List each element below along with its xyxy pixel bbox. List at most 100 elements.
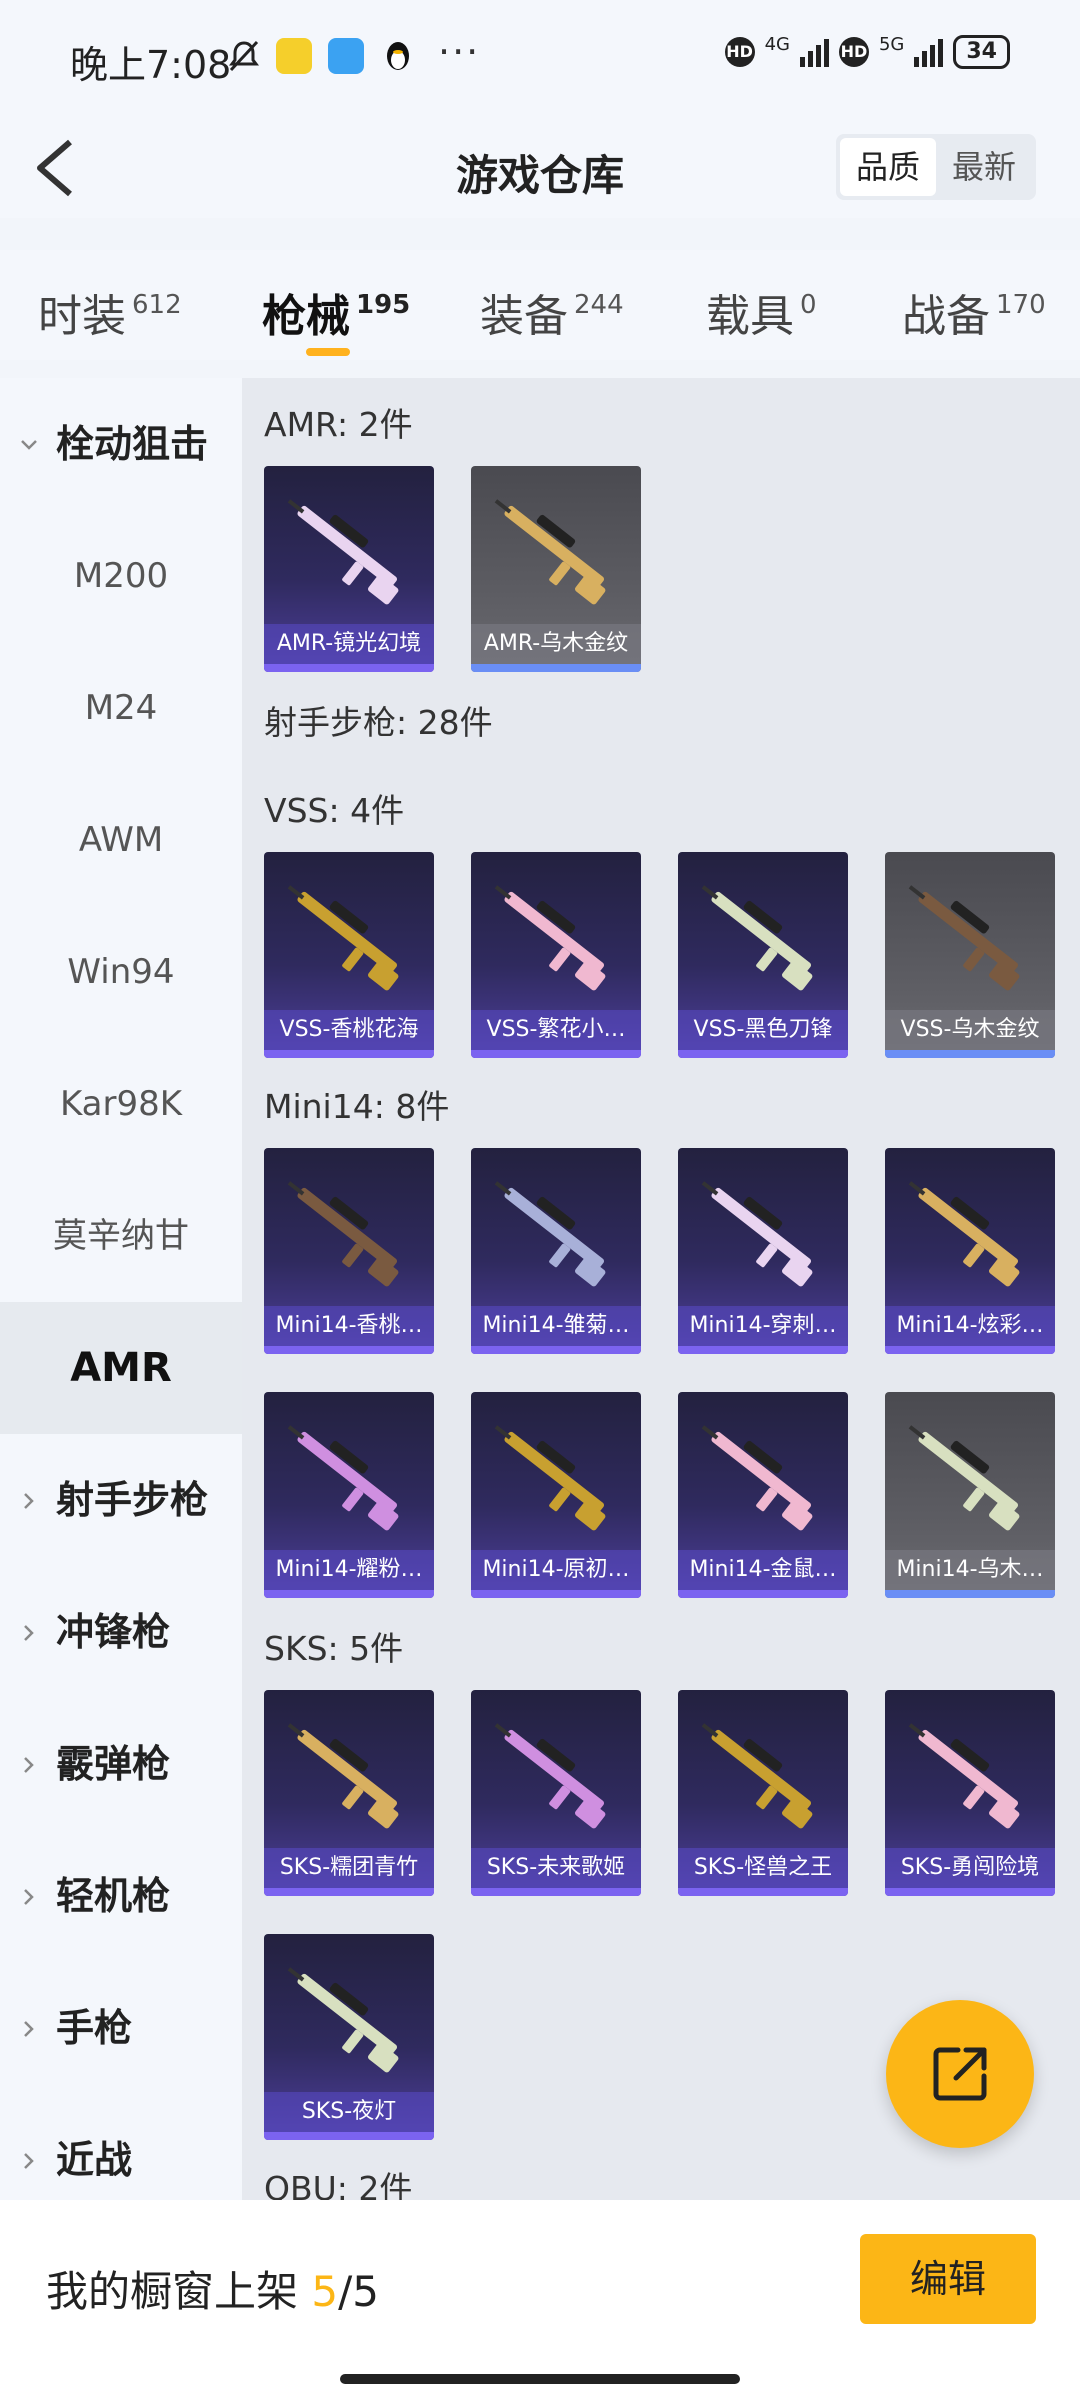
rarity-bar (264, 1050, 434, 1058)
chevron-right-icon (24, 1889, 34, 1905)
weapon-skin-card[interactable]: AMR-镜光幻境 (264, 466, 434, 672)
wallet-notification-icon (328, 38, 364, 74)
sidebar-group-label: 射手步枪 (56, 1478, 209, 1522)
weapon-skin-name: VSS-繁花小… (471, 1010, 641, 1050)
weapon-image-icon (494, 499, 606, 605)
rarity-bar (471, 1346, 641, 1354)
sidebar-item-m200[interactable]: M200 (0, 510, 242, 642)
tab-equipment[interactable]: 装备 244 (480, 280, 624, 344)
weapon-skin-card[interactable]: VSS-乌木金纹 (885, 852, 1055, 1058)
weapon-skin-card[interactable]: Mini14-穿刺… (678, 1148, 848, 1354)
weapon-skin-card[interactable]: SKS-未来歌姬 (471, 1690, 641, 1896)
showcase-count: 5 (311, 2267, 339, 2316)
category-tabs: 时装 612 枪械 195 装备 244 载具 0 战备 170 (0, 250, 1080, 360)
weapon-skin-card[interactable]: AMR-乌木金纹 (471, 466, 641, 672)
page-header: 游戏仓库 品质 最新 (0, 118, 1080, 218)
showcase-label: 我的橱窗上架 (46, 2267, 299, 2316)
chevron-right-icon (24, 2153, 34, 2169)
weapon-skin-card[interactable]: Mini14-香桃… (264, 1148, 434, 1354)
weapon-image-icon (287, 885, 399, 991)
section-label-sks: SKS: 5件 (264, 1629, 404, 1668)
rarity-bar (264, 2132, 434, 2140)
weapon-image-icon (494, 1425, 606, 1531)
sidebar-group-lmg[interactable]: 轻机枪 (0, 1830, 242, 1962)
weapon-skin-name: SKS-怪兽之王 (678, 1848, 848, 1888)
weapon-skin-name: Mini14-穿刺… (678, 1306, 848, 1346)
section-label-dmr: 射手步枪: 28件 (264, 703, 493, 742)
tab-count: 195 (356, 290, 411, 320)
section-label-amr: AMR: 2件 (264, 405, 413, 444)
tab-label: 战备 (902, 291, 990, 342)
rarity-bar (885, 1888, 1055, 1896)
weapon-image-icon (908, 1425, 1020, 1531)
rarity-bar (678, 1346, 848, 1354)
sidebar-item-mosin[interactable]: 莫辛纳甘 (0, 1170, 242, 1302)
weapon-skin-name: Mini14-金鼠… (678, 1550, 848, 1590)
rarity-bar (264, 1888, 434, 1896)
tab-label: 装备 (480, 291, 568, 342)
sidebar-group-melee[interactable]: 近战 (0, 2094, 242, 2200)
rarity-bar (471, 1888, 641, 1896)
weapon-image-icon (701, 885, 813, 991)
weapon-image-icon (701, 1723, 813, 1829)
gesture-bar (340, 2374, 740, 2384)
weapon-image-icon (287, 499, 399, 605)
weapon-skin-card[interactable]: SKS-夜灯 (264, 1934, 434, 2140)
tab-label: 载具 (706, 291, 794, 342)
weapon-skin-card[interactable]: Mini14-原初… (471, 1392, 641, 1598)
weapon-skin-card[interactable]: Mini14-耀粉… (264, 1392, 434, 1598)
sidebar-group-shotgun[interactable]: 霰弹枪 (0, 1698, 242, 1830)
weapon-skin-name: Mini14-雏菊… (471, 1306, 641, 1346)
weapon-skin-name: AMR-镜光幻境 (264, 624, 434, 664)
category-sidebar: 栓动狙击 M200 M24 AWM Win94 Kar98K 莫辛纳甘 AMR … (0, 378, 242, 2200)
weapon-skin-name: SKS-未来歌姬 (471, 1848, 641, 1888)
status-time: 晚上7:08 (70, 43, 232, 87)
battery-icon: 34 (953, 34, 1010, 69)
weapon-image-icon (701, 1181, 813, 1287)
weapon-skin-name: Mini14-炫彩… (885, 1306, 1055, 1346)
sidebar-group-dmr[interactable]: 射手步枪 (0, 1434, 242, 1566)
tab-gear[interactable]: 战备 170 (902, 280, 1046, 344)
signal-icon (799, 37, 829, 67)
share-external-icon (933, 2047, 987, 2101)
edit-button[interactable]: 编辑 (860, 2234, 1036, 2324)
hd-icon: HD (724, 36, 755, 67)
weapon-skin-card[interactable]: Mini14-乌木… (885, 1392, 1055, 1598)
sidebar-group-pistol[interactable]: 手枪 (0, 1962, 242, 2094)
sort-toggle[interactable]: 品质 最新 (835, 134, 1036, 200)
weapon-image-icon (494, 885, 606, 991)
weapon-skin-name: Mini14-原初… (471, 1550, 641, 1590)
status-bar: 晚上7:08 ··· HD 4G HD 5G 34 (0, 0, 1080, 118)
weapon-skin-card[interactable]: Mini14-炫彩… (885, 1148, 1055, 1354)
rarity-bar (885, 1050, 1055, 1058)
sidebar-item-amr[interactable]: AMR (0, 1302, 242, 1434)
tab-guns[interactable]: 枪械 195 (262, 280, 410, 344)
network-5g-label: 5G (878, 34, 905, 55)
tab-vehicles[interactable]: 载具 0 (706, 280, 817, 344)
weapon-skin-card[interactable]: VSS-香桃花海 (264, 852, 434, 1058)
share-external-button[interactable] (886, 2000, 1034, 2148)
sidebar-item-m24[interactable]: M24 (0, 642, 242, 774)
sidebar-group-smg[interactable]: 冲锋枪 (0, 1566, 242, 1698)
weapon-image-icon (287, 1723, 399, 1829)
weapon-skin-card[interactable]: VSS-繁花小… (471, 852, 641, 1058)
sort-latest-button[interactable]: 最新 (936, 138, 1032, 196)
sidebar-item-awm[interactable]: AWM (0, 774, 242, 906)
weapon-skin-card[interactable]: SKS-勇闯险境 (885, 1690, 1055, 1896)
weapon-skin-card[interactable]: SKS-怪兽之王 (678, 1690, 848, 1896)
sidebar-item-win94[interactable]: Win94 (0, 906, 242, 1038)
status-right: HD 4G HD 5G 34 (724, 34, 1010, 69)
weapon-image-icon (287, 1181, 399, 1287)
weapon-skin-name: VSS-乌木金纹 (885, 1010, 1055, 1050)
weapon-skin-card[interactable]: Mini14-雏菊… (471, 1148, 641, 1354)
weapon-skin-card[interactable]: VSS-黑色刀锋 (678, 852, 848, 1058)
weapon-skin-card[interactable]: Mini14-金鼠… (678, 1392, 848, 1598)
sidebar-group-bolt-sniper[interactable]: 栓动狙击 (0, 378, 242, 510)
rarity-bar (264, 1346, 434, 1354)
weapon-skin-card[interactable]: SKS-糯团青竹 (264, 1690, 434, 1896)
sidebar-item-kar98k[interactable]: Kar98K (0, 1038, 242, 1170)
chevron-down-icon (21, 440, 37, 450)
weapon-image-icon (701, 1425, 813, 1531)
sort-quality-button[interactable]: 品质 (839, 138, 936, 196)
tab-fashion[interactable]: 时装 612 (38, 280, 182, 344)
